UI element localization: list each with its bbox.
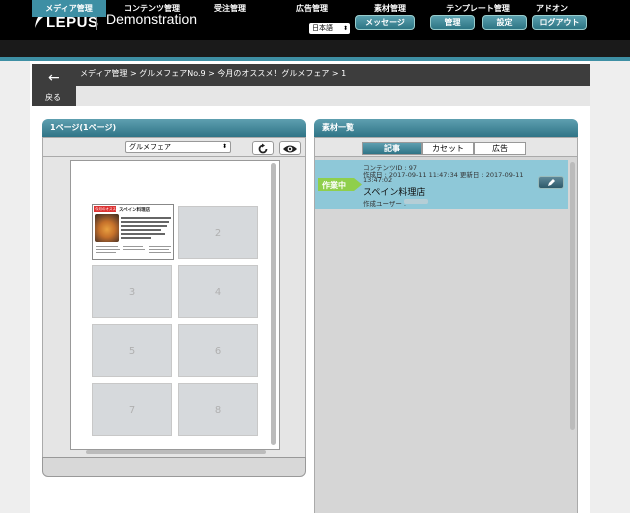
preview-button[interactable] bbox=[279, 141, 301, 155]
arrow-left-icon: ← bbox=[48, 70, 60, 86]
sub-toolbar bbox=[76, 86, 590, 106]
pencil-icon bbox=[548, 179, 555, 186]
admin-button[interactable]: 管理 bbox=[430, 15, 475, 30]
select-chevron-icon: ⬍ bbox=[342, 25, 348, 32]
edit-button[interactable] bbox=[538, 176, 564, 189]
item-user-label: 作成ユーザー : bbox=[363, 200, 407, 208]
materials-vertical-scrollbar[interactable] bbox=[570, 162, 575, 430]
tab-articles[interactable]: 記事 bbox=[362, 142, 422, 155]
thumbnail-text-line bbox=[121, 217, 171, 219]
nav-addons[interactable]: アドオン bbox=[532, 0, 572, 17]
back-button[interactable]: ← 戻る bbox=[32, 64, 76, 106]
nav-contents[interactable]: コンテンツ管理 bbox=[116, 0, 188, 17]
thumbnail-text-line bbox=[96, 249, 120, 250]
item-title: スペイン料理店 bbox=[363, 188, 426, 198]
tab-ads[interactable]: 広告 bbox=[474, 142, 526, 155]
message-button[interactable]: メッセージ bbox=[355, 15, 415, 30]
right-gutter bbox=[590, 61, 630, 513]
refresh-button[interactable] bbox=[252, 141, 274, 155]
thumbnail-text-line bbox=[149, 249, 169, 250]
tab-cassettes[interactable]: カセット bbox=[422, 142, 474, 155]
thumbnail-title: スペイン料理店 bbox=[119, 208, 151, 213]
page-select[interactable]: グルメフェア ⬍ bbox=[125, 141, 231, 153]
nav-media[interactable]: メディア管理 bbox=[32, 0, 106, 17]
materials-panel-title: 素材一覧 bbox=[314, 119, 578, 137]
thumbnail-text-line bbox=[123, 246, 143, 247]
thumbnail-text-line bbox=[123, 249, 145, 250]
nav-templates[interactable]: テンプレート管理 bbox=[436, 0, 520, 17]
page-slot[interactable]: 6 bbox=[178, 324, 258, 377]
thumbnail-text-line bbox=[96, 246, 118, 247]
item-time: 13:47:02 bbox=[363, 176, 393, 184]
nav-orders[interactable]: 受注管理 bbox=[206, 0, 254, 17]
food-photo bbox=[95, 214, 119, 242]
nav-ads[interactable]: 広告管理 bbox=[288, 0, 336, 17]
language-select[interactable]: 日本語 ⬍ bbox=[309, 23, 350, 34]
page-vertical-scrollbar[interactable] bbox=[271, 163, 276, 445]
thumbnail-text-line bbox=[149, 252, 171, 253]
page-slot[interactable]: 8 bbox=[178, 383, 258, 436]
logout-button[interactable]: ログアウト bbox=[532, 15, 587, 30]
select-chevron-icon: ⬍ bbox=[221, 143, 227, 150]
thumbnail-text-line bbox=[149, 246, 171, 247]
item-user-name-redacted bbox=[404, 199, 428, 204]
thumbnail-text-line bbox=[121, 233, 165, 235]
nav-materials[interactable]: 素材管理 bbox=[366, 0, 414, 17]
left-gutter bbox=[0, 61, 30, 513]
page-select-value: グルメフェア bbox=[129, 143, 171, 151]
page-slot[interactable]: 4 bbox=[178, 265, 258, 318]
thumbnail-text-line bbox=[121, 229, 161, 231]
page-panel-footer bbox=[42, 457, 306, 477]
page-slot[interactable]: 5 bbox=[92, 324, 172, 377]
thumbnail-text-line bbox=[121, 237, 151, 239]
thumbnail-tag: 今月のオススメ bbox=[94, 206, 116, 217]
page-panel-title: 1ページ(1ページ) bbox=[42, 119, 306, 137]
language-value: 日本語 bbox=[312, 24, 333, 32]
page-horizontal-scrollbar[interactable] bbox=[86, 450, 266, 454]
back-label: 戻る bbox=[45, 93, 61, 102]
page-slot[interactable]: 2 bbox=[178, 206, 258, 259]
status-badge: 作業中 bbox=[322, 181, 346, 190]
eye-icon bbox=[283, 145, 297, 153]
main-nav bbox=[0, 40, 630, 57]
page-slot[interactable]: 3 bbox=[92, 265, 172, 318]
nav-underline bbox=[0, 57, 630, 61]
thumbnail-text-line bbox=[96, 252, 116, 253]
thumbnail-text-line bbox=[121, 221, 169, 223]
page-slot[interactable]: 7 bbox=[92, 383, 172, 436]
settings-button[interactable]: 設定 bbox=[482, 15, 527, 30]
article-thumbnail[interactable]: 今月のオススメ スペイン料理店 bbox=[92, 204, 174, 260]
breadcrumb: メディア管理 > グルメフェアNo.9 > 今月のオススメ！グルメフェア > 1 bbox=[80, 69, 347, 78]
materials-list bbox=[314, 157, 578, 513]
thumbnail-text-line bbox=[121, 225, 167, 227]
refresh-icon bbox=[258, 143, 268, 154]
